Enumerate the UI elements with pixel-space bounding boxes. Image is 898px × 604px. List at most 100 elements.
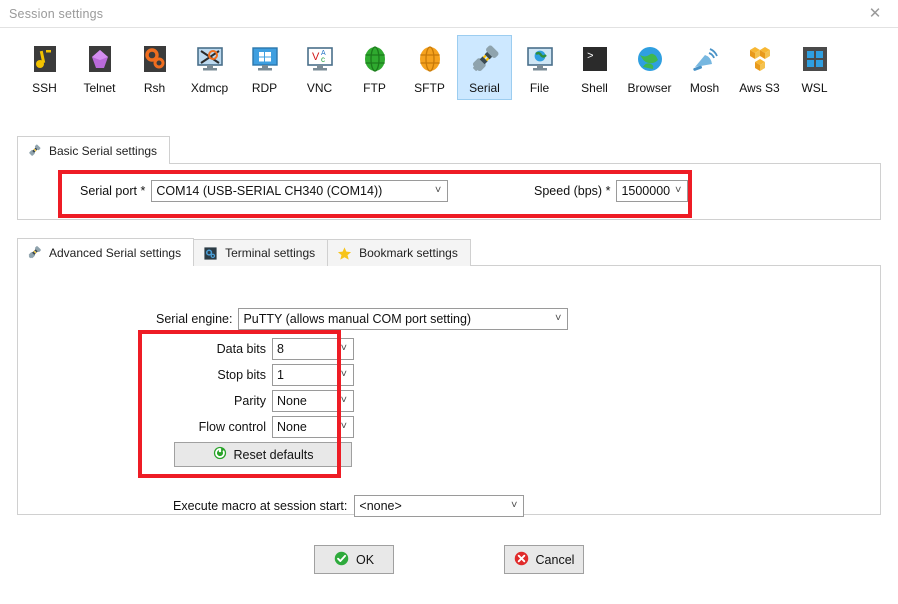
window-title: Session settings <box>9 6 104 21</box>
serial-parameters-group: Data bits 8 ˅ Stop bits 1 ˅ Parity None ˅ Flow co… <box>160 338 354 467</box>
serial-engine-select[interactable]: PuTTY (allows manual COM port setting) ˅ <box>238 308 569 330</box>
session-type-ssh[interactable]: SSH <box>17 35 72 100</box>
serial-port-select[interactable]: COM14 (USB-SERIAL CH340 (COM14)) ˅ <box>151 180 449 202</box>
session-type-file[interactable]: File <box>512 35 567 100</box>
session-type-label: Serial <box>469 81 500 95</box>
session-type-sftp[interactable]: SFTP <box>402 35 457 100</box>
cancel-button-label: Cancel <box>535 552 575 567</box>
terminal-gear-icon <box>203 246 218 261</box>
tab-label: Bookmark settings <box>359 246 458 260</box>
chevron-down-icon: ˅ <box>510 499 518 512</box>
session-type-label: SSH <box>32 81 57 95</box>
chevron-down-icon: ˅ <box>340 420 347 433</box>
cancel-cross-icon <box>514 551 529 569</box>
session-type-vnc[interactable]: V Ac VNC <box>292 35 347 100</box>
serial-engine-value: PuTTY (allows manual COM port setting) <box>243 312 472 326</box>
session-type-shell[interactable]: > Shell <box>567 35 622 100</box>
session-type-rdp[interactable]: RDP <box>237 35 292 100</box>
chevron-down-icon: ˅ <box>555 312 562 325</box>
ssh-key-icon <box>29 43 61 75</box>
field-value: None <box>277 420 307 434</box>
session-type-label: Mosh <box>689 81 720 95</box>
serial-plug-icon <box>27 143 42 158</box>
chevron-down-icon: ˅ <box>340 342 347 355</box>
ok-button[interactable]: OK <box>314 545 394 574</box>
session-type-label: SFTP <box>414 81 445 95</box>
session-type-mosh[interactable]: Mosh <box>677 35 732 100</box>
basic-serial-group: Basic Serial settings Serial port * COM1… <box>17 136 881 220</box>
tab-label: Advanced Serial settings <box>49 245 182 260</box>
field-value: 8 <box>277 342 284 356</box>
advanced-serial-panel: Serial engine: PuTTY (allows manual COM … <box>17 265 881 517</box>
ok-check-icon <box>334 551 349 569</box>
chevron-down-icon: ˅ <box>340 368 347 381</box>
serial-engine-row: Serial engine: PuTTY (allows manual COM … <box>156 308 569 330</box>
aws-s3-cubes-icon <box>744 43 776 75</box>
stop-bits-select[interactable]: 1 ˅ <box>272 364 354 386</box>
flow-control-select[interactable]: None ˅ <box>272 416 354 438</box>
execute-macro-select[interactable]: <none> ˅ <box>354 495 525 517</box>
data-bits-select[interactable]: 8 ˅ <box>272 338 354 360</box>
session-type-label: Telnet <box>83 81 116 95</box>
telnet-gem-icon <box>84 43 116 75</box>
svg-text:>: > <box>587 51 594 63</box>
ftp-globe-icon <box>359 43 391 75</box>
field-value: None <box>277 394 307 408</box>
execute-macro-row: Execute macro at session start: <none> ˅ <box>173 495 525 517</box>
chevron-down-icon: ˅ <box>434 184 442 197</box>
serial-plug-icon <box>27 245 42 260</box>
session-type-label: File <box>529 81 550 95</box>
speed-label: Speed (bps) * <box>534 184 611 198</box>
basic-tabstrip: Basic Serial settings <box>17 136 881 164</box>
field-row: Flow control None ˅ <box>160 416 354 438</box>
session-type-label: Browser <box>627 81 672 95</box>
session-type-label: WSL <box>801 81 828 95</box>
dialog-footer: OK Cancel <box>0 545 898 574</box>
session-type-rsh[interactable]: Rsh <box>127 35 182 100</box>
session-type-ftp[interactable]: FTP <box>347 35 402 100</box>
tab-bookmark-settings[interactable]: Bookmark settings <box>327 239 471 266</box>
speed-select[interactable]: 1500000 ˅ <box>616 180 689 202</box>
advanced-group: Advanced Serial settings Terminal setting… <box>17 238 881 517</box>
session-type-label: VNC <box>306 81 333 95</box>
rsh-gears-icon <box>139 43 171 75</box>
session-type-label: Aws S3 <box>739 81 780 95</box>
chevron-down-icon: ˅ <box>675 184 682 197</box>
session-type-browser[interactable]: Browser <box>622 35 677 100</box>
sftp-globe-icon <box>414 43 446 75</box>
chevron-down-icon: ˅ <box>340 394 347 407</box>
xdmcp-monitor-icon <box>194 43 226 75</box>
browser-globe-icon <box>634 43 666 75</box>
ok-button-label: OK <box>355 552 375 567</box>
vnc-monitor-icon: VAc <box>304 43 336 75</box>
tab-label: Terminal settings <box>225 246 316 260</box>
parity-select[interactable]: None ˅ <box>272 390 354 412</box>
rdp-monitor-icon <box>249 43 281 75</box>
parity-label: Parity <box>234 394 266 408</box>
serial-port-value: COM14 (USB-SERIAL CH340 (COM14)) <box>156 184 383 198</box>
serial-engine-label: Serial engine: <box>156 312 233 326</box>
tab-advanced-serial-settings[interactable]: Advanced Serial settings <box>17 238 195 266</box>
svg-text:c: c <box>321 55 325 64</box>
field-row: Parity None ˅ <box>160 390 354 412</box>
session-type-wsl[interactable]: WSL <box>787 35 842 100</box>
reset-defaults-button[interactable]: Reset defaults <box>174 442 352 467</box>
session-type-label: Shell <box>581 81 608 95</box>
field-row: Stop bits 1 ˅ <box>160 364 354 386</box>
tab-terminal-settings[interactable]: Terminal settings <box>193 239 329 266</box>
close-icon[interactable]: ✕ <box>852 0 898 27</box>
star-icon <box>337 246 352 261</box>
cancel-button[interactable]: Cancel <box>504 545 584 574</box>
session-type-aws-s3[interactable]: Aws S3 <box>732 35 787 100</box>
session-type-serial[interactable]: Serial <box>457 35 512 100</box>
session-type-xdmcp[interactable]: Xdmcp <box>182 35 237 100</box>
stop-bits-label: Stop bits <box>217 368 266 382</box>
field-value: 1 <box>277 368 284 382</box>
execute-macro-value: <none> <box>359 499 402 513</box>
tab-basic-serial-settings[interactable]: Basic Serial settings <box>17 136 171 164</box>
session-type-telnet[interactable]: Telnet <box>72 35 127 100</box>
reset-circle-arrow-icon <box>213 446 227 463</box>
flow-control-label: Flow control <box>198 420 266 434</box>
session-type-label: Rsh <box>143 81 166 95</box>
session-type-label: Xdmcp <box>190 81 229 95</box>
